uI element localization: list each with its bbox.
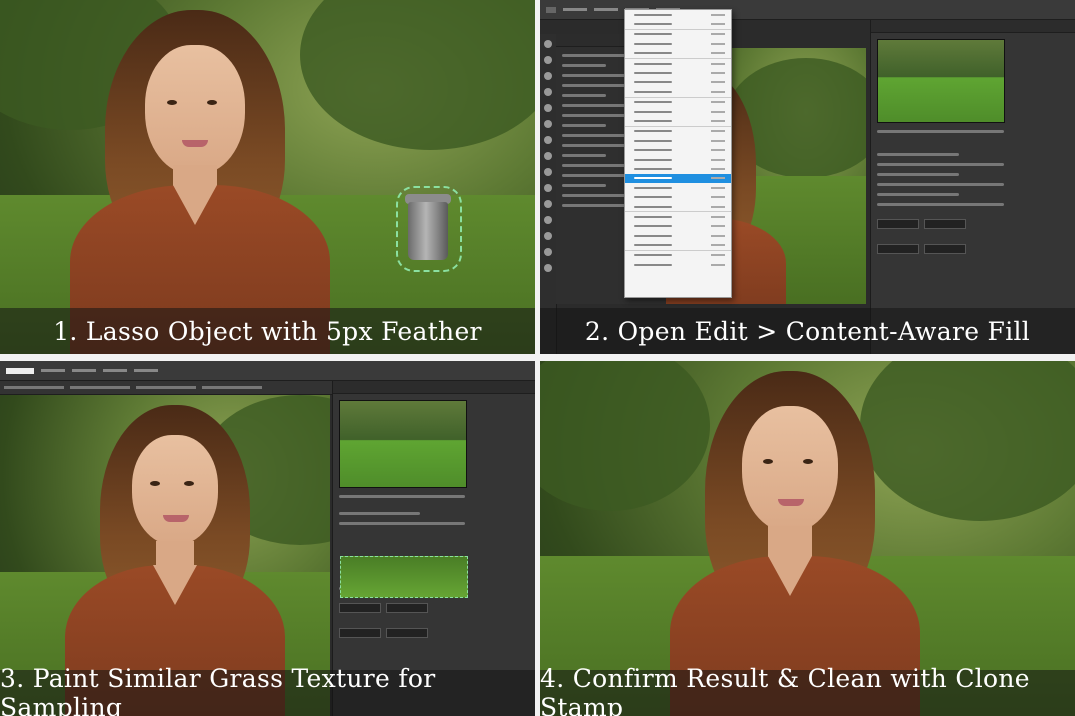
menu-item[interactable] — [625, 192, 731, 201]
menu-bar[interactable] — [0, 361, 535, 381]
menu-item[interactable] — [625, 68, 731, 77]
edit-menu[interactable] — [624, 9, 732, 298]
tools-panel[interactable] — [540, 34, 557, 354]
step-4-panel: 4. Confirm Result & Clean with Clone Sta… — [540, 361, 1075, 716]
step-4-caption: 4. Confirm Result & Clean with Clone Sta… — [540, 664, 1075, 716]
menu-item[interactable] — [625, 28, 731, 39]
step-3-caption: 3. Paint Similar Grass Texture for Sampl… — [0, 664, 535, 716]
portrait-photo — [0, 0, 535, 354]
fill-preview — [877, 39, 1005, 123]
menu-item[interactable] — [625, 145, 731, 154]
content-aware-fill-workspace[interactable] — [870, 20, 1075, 354]
step-1-caption: 1. Lasso Object with 5px Feather — [0, 308, 535, 354]
menu-item[interactable] — [625, 136, 731, 145]
menu-item[interactable] — [625, 116, 731, 125]
menu-item[interactable] — [625, 240, 731, 249]
menu-item[interactable] — [625, 211, 731, 221]
menu-item[interactable] — [625, 57, 731, 68]
step-3-panel: 3. Paint Similar Grass Texture for Sampl… — [0, 361, 535, 716]
menu-item[interactable] — [625, 222, 731, 231]
lasso-selection[interactable] — [396, 186, 462, 272]
menu-item[interactable] — [625, 49, 731, 58]
menu-item[interactable] — [625, 164, 731, 173]
menu-bar[interactable] — [540, 0, 1075, 20]
menu-item[interactable] — [625, 155, 731, 164]
menu-item[interactable] — [625, 202, 731, 211]
menu-item[interactable] — [625, 125, 731, 136]
step-2-caption: 2. Open Edit > Content-Aware Fill — [540, 308, 1075, 354]
menu-item[interactable] — [625, 96, 731, 107]
step-1-panel: 1. Lasso Object with 5px Feather — [0, 0, 535, 354]
sampling-area[interactable] — [340, 556, 468, 598]
menu-item[interactable] — [625, 107, 731, 116]
final-photo — [540, 361, 1075, 716]
menu-item[interactable] — [625, 231, 731, 240]
fill-preview — [339, 400, 467, 488]
menu-item[interactable] — [625, 183, 731, 192]
menu-item[interactable] — [625, 78, 731, 87]
content-aware-fill-menu-item[interactable] — [625, 173, 731, 184]
menu-item[interactable] — [625, 260, 731, 269]
step-2-panel: 2. Open Edit > Content-Aware Fill — [540, 0, 1075, 354]
menu-item[interactable] — [625, 39, 731, 48]
menu-item[interactable] — [625, 19, 731, 28]
menu-item[interactable] — [625, 10, 731, 19]
menu-item[interactable] — [625, 249, 731, 260]
menu-item[interactable] — [625, 87, 731, 96]
